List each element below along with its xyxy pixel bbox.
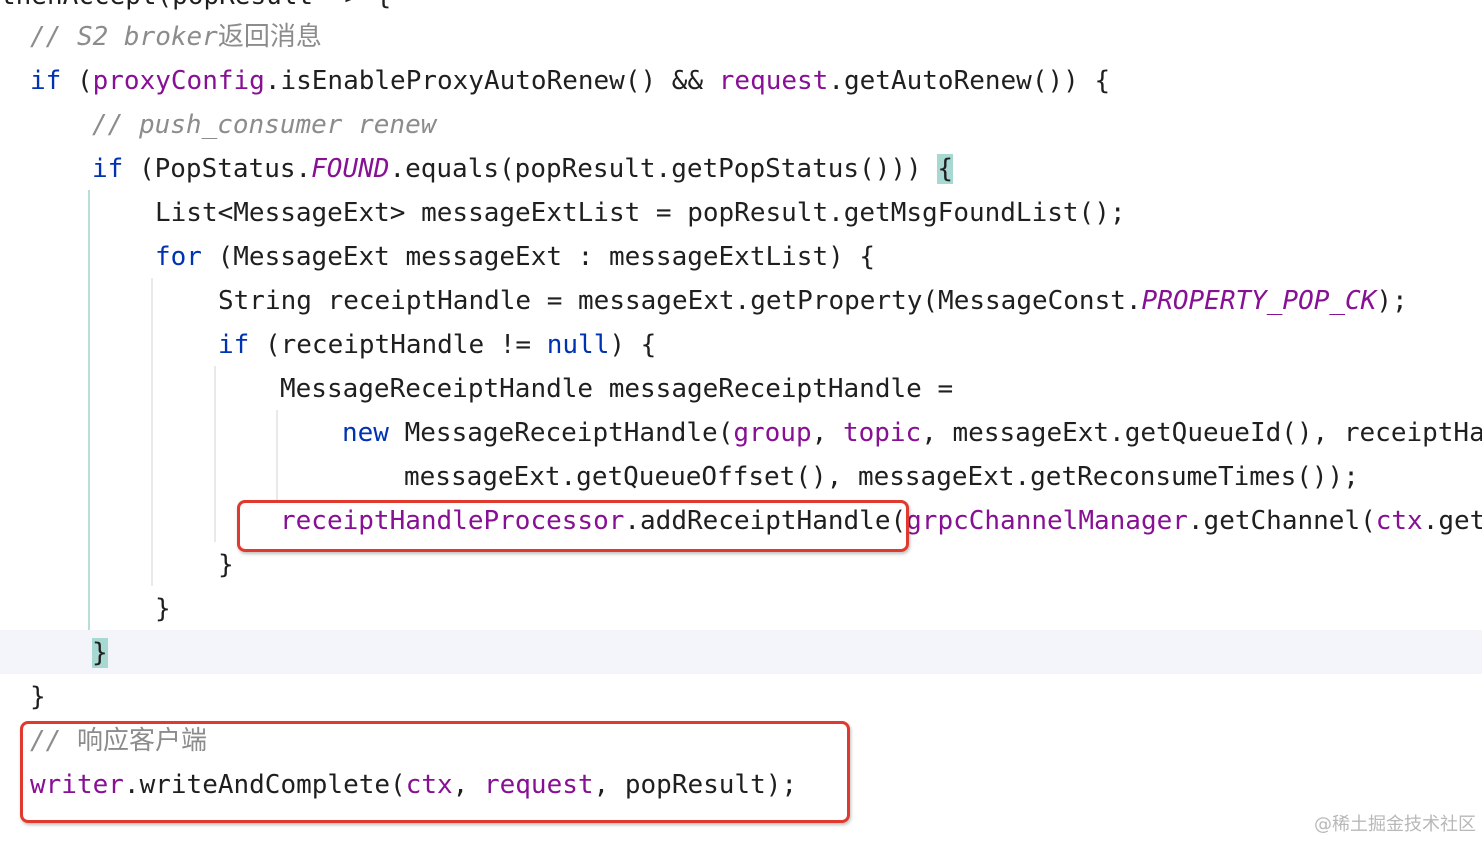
indent-guide (214, 366, 216, 542)
current-line-highlight (0, 630, 1482, 674)
code-token: grpcChannelManager (906, 506, 1188, 536)
indent-guide (151, 278, 153, 586)
code-token: request (718, 66, 829, 96)
code-token: ); (1376, 286, 1408, 316)
code-line[interactable]: for (MessageExt messageExt : messageExtL… (155, 235, 875, 279)
code-token: FOUND (311, 154, 390, 184)
code-token: } (155, 594, 171, 624)
code-line[interactable]: // push_consumer renew (92, 103, 436, 147)
highlight-box-write-response (20, 721, 850, 823)
code-line[interactable]: // S2 broker返回消息 (30, 15, 322, 59)
code-line[interactable]: messageExt.getQueueOffset(), messageExt.… (404, 455, 1359, 499)
code-line[interactable]: List<MessageExt> messageExtList = popRes… (155, 191, 1126, 235)
code-token: thenAccept(popResult -> { (0, 0, 391, 11)
code-token: (PopStatus. (123, 154, 312, 184)
code-token: messageExt.getQueueOffset(), messageExt.… (404, 462, 1359, 492)
code-line[interactable]: if (PopStatus.FOUND.equals(popResult.get… (92, 147, 953, 191)
code-token: (MessageExt messageExt : messageExtList)… (201, 242, 876, 272)
code-token: // S2 broker (30, 22, 218, 52)
code-token: ) { (609, 330, 657, 360)
code-line[interactable]: } (92, 631, 108, 675)
code-token: String receiptHandle = messageExt.getPro… (218, 286, 1142, 316)
code-line[interactable]: } (218, 543, 234, 587)
indent-guide (276, 410, 278, 500)
code-token: for (155, 242, 202, 272)
code-token: .equals(popResult.getPopStatus())) (389, 154, 938, 184)
code-token: if (92, 154, 124, 184)
code-token: null (546, 330, 610, 360)
code-token: .getAutoRenew()) { (828, 66, 1111, 96)
indent-guide-active (88, 190, 90, 630)
watermark: @稀土掘金技术社区 (1314, 814, 1476, 835)
code-editor[interactable]: thenAccept(popResult -> { // S2 broker返回… (0, 0, 1482, 842)
code-token: PROPERTY_POP_CK (1141, 286, 1377, 316)
code-token: ctx (1375, 506, 1423, 536)
matched-brace: } (92, 638, 108, 668)
code-token: if (218, 330, 250, 360)
code-token: group (733, 418, 812, 448)
code-line[interactable]: MessageReceiptHandle messageReceiptHandl… (280, 367, 953, 411)
matched-brace: { (937, 154, 953, 184)
code-token: , (811, 418, 843, 448)
code-token: List<MessageExt> messageExtList = popRes… (155, 198, 1126, 228)
code-token: 返回消息 (217, 22, 322, 52)
code-line[interactable]: if (proxyConfig.isEnableProxyAutoRenew()… (30, 59, 1110, 103)
code-token: } (218, 550, 234, 580)
code-token: .get (1422, 506, 1482, 536)
code-token: if (30, 66, 62, 96)
code-token: .isEnableProxyAutoRenew() && (264, 66, 719, 96)
code-token: proxyConfig (92, 66, 265, 96)
code-token: // push_consumer renew (92, 110, 437, 140)
code-token: new (342, 418, 389, 448)
code-token: (receiptHandle != (249, 330, 547, 360)
code-token: ( (61, 66, 93, 96)
code-line[interactable]: if (receiptHandle != null) { (218, 323, 656, 367)
code-line[interactable]: String receiptHandle = messageExt.getPro… (218, 279, 1408, 323)
code-line[interactable]: } (30, 675, 46, 719)
code-line[interactable]: } (155, 587, 171, 631)
code-token: MessageReceiptHandle( (388, 418, 734, 448)
code-token: , messageExt.getQueueId(), receiptHa (921, 418, 1482, 448)
highlight-box-add-receipt-handle (237, 500, 909, 552)
code-token: topic (842, 418, 922, 448)
code-token: } (30, 682, 46, 712)
code-line[interactable]: new MessageReceiptHandle(group, topic, m… (342, 411, 1482, 455)
code-token: .getChannel( (1187, 506, 1376, 536)
code-token: MessageReceiptHandle messageReceiptHandl… (280, 374, 954, 404)
